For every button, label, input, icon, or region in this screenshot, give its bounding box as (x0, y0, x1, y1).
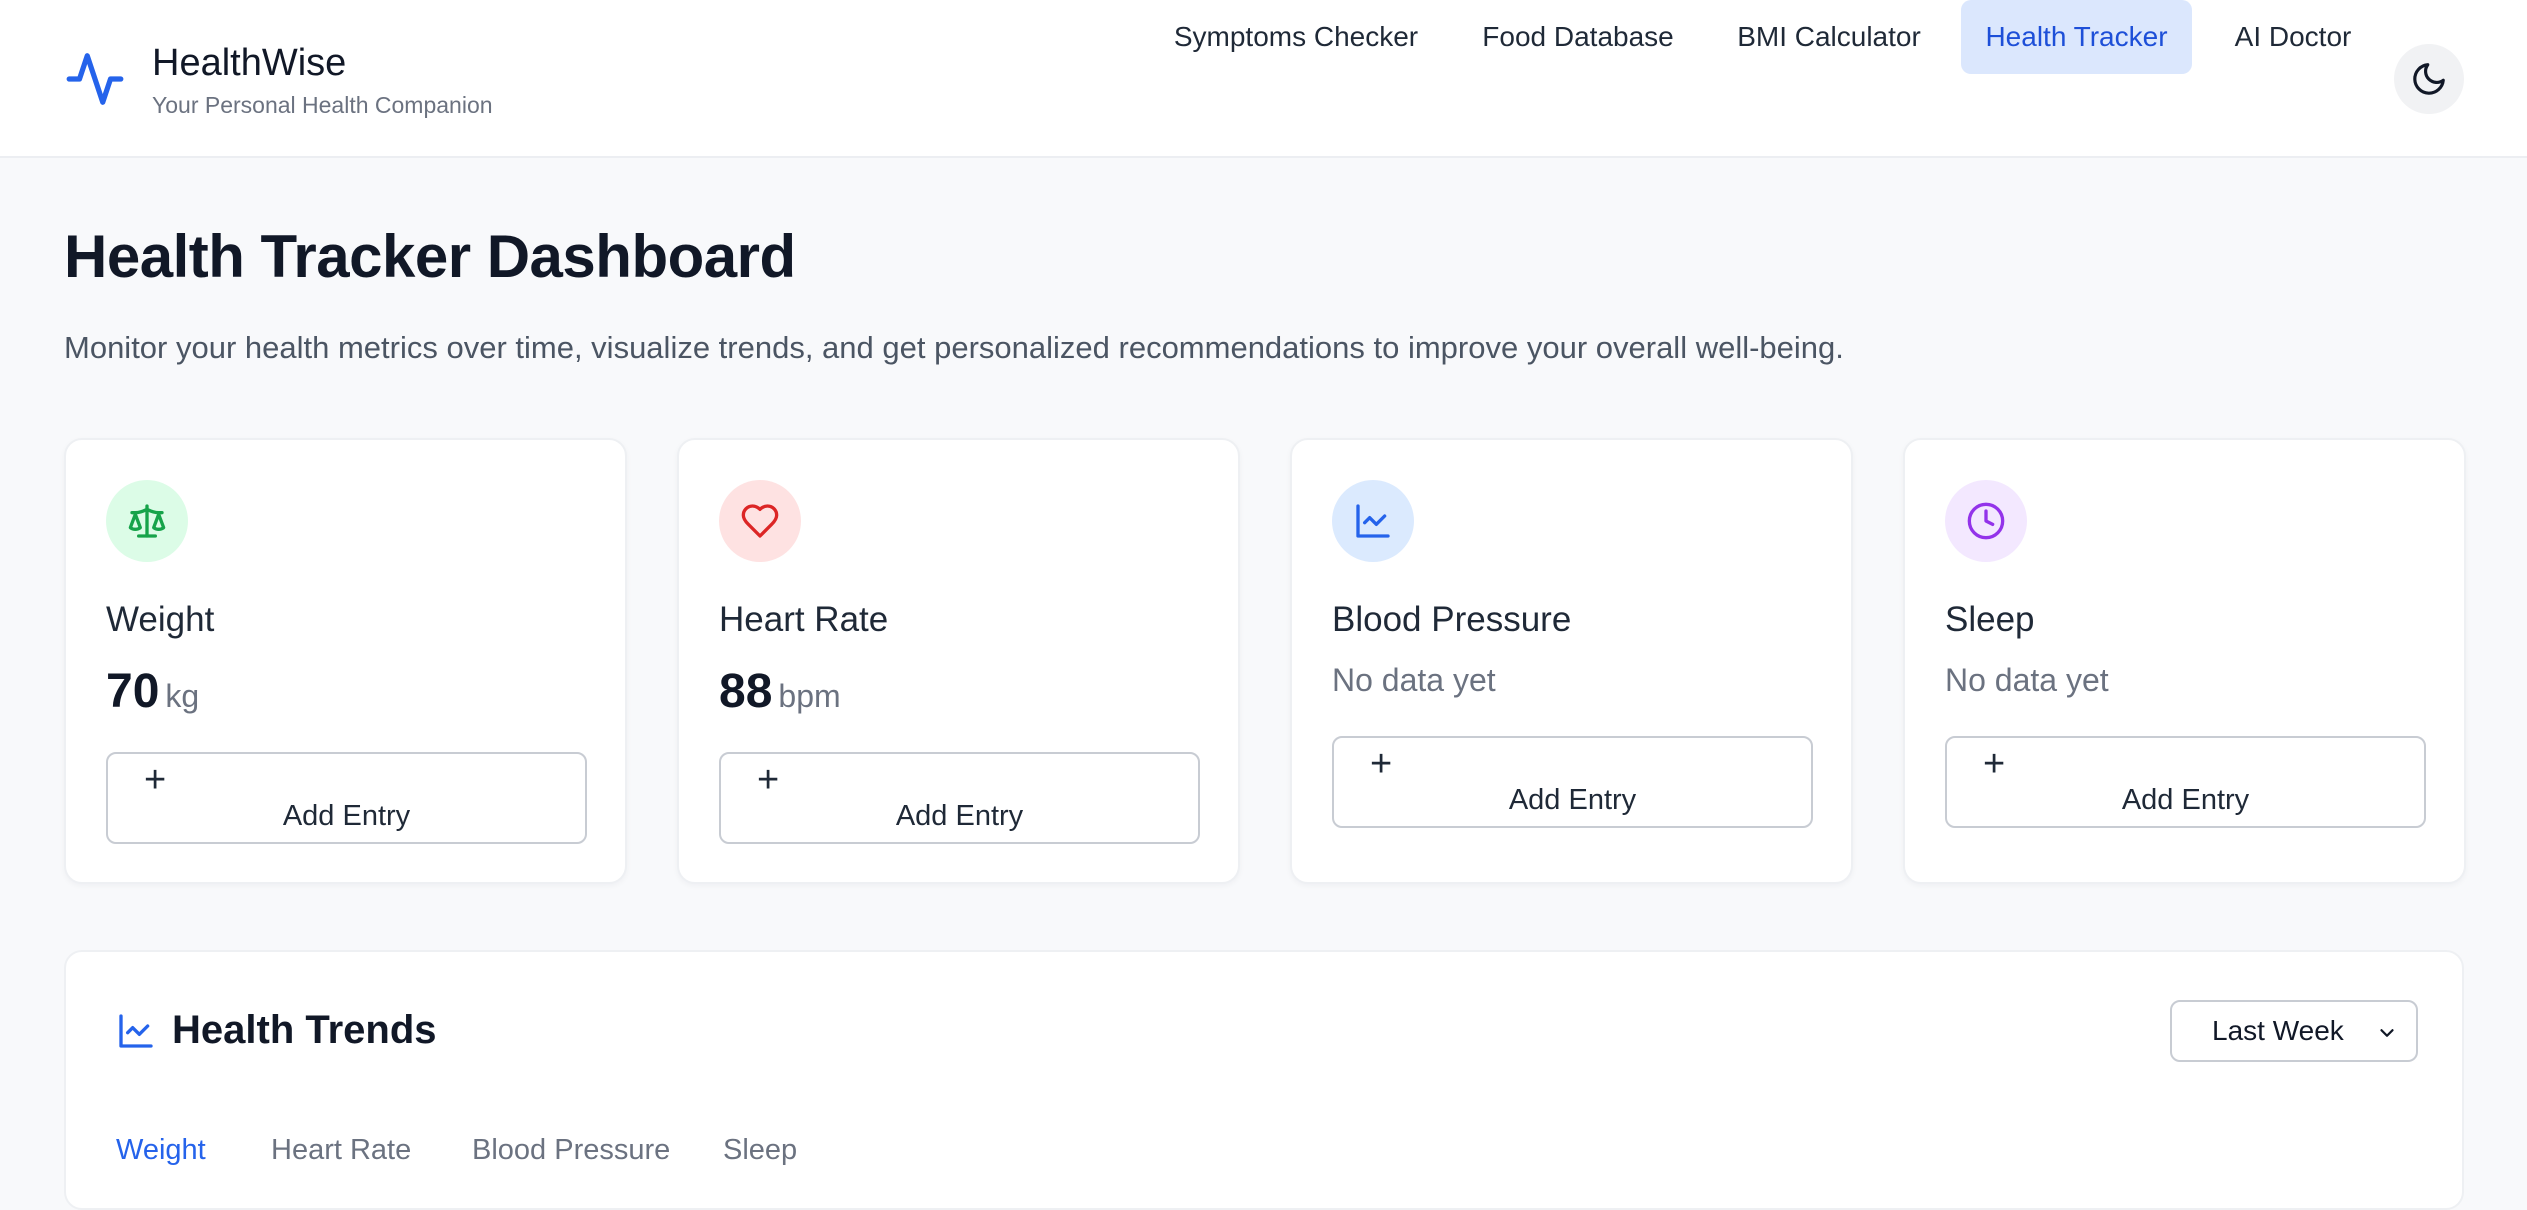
plus-icon: + (144, 759, 167, 801)
metric-card-weight: Weight 70 kg + Add Entry (64, 438, 627, 884)
scale-icon (106, 480, 188, 562)
heart-icon (719, 480, 801, 562)
plus-icon: + (1983, 743, 2006, 785)
metric-title: Weight (106, 600, 215, 639)
metric-card-heart-rate: Heart Rate 88 bpm + Add Entry (677, 438, 1240, 884)
tab-heart-rate[interactable]: Heart Rate (271, 1134, 411, 1167)
metric-number: 70 (106, 665, 160, 718)
add-blood-pressure-entry-button[interactable]: + Add Entry (1332, 736, 1813, 828)
page-title: Health Tracker Dashboard (64, 223, 796, 290)
line-chart-icon (1332, 480, 1414, 562)
metric-empty-text: No data yet (1945, 662, 2109, 698)
nav-symptoms-checker[interactable]: Symptoms Checker (1160, 0, 1432, 74)
metric-empty-text: No data yet (1332, 662, 1496, 698)
plus-icon: + (1370, 743, 1393, 785)
metric-unit: kg (165, 678, 200, 714)
nav-food-database[interactable]: Food Database (1468, 0, 1688, 74)
metric-title: Sleep (1945, 600, 2035, 639)
metric-value: 88 bpm (719, 664, 841, 719)
metric-number: 88 (719, 665, 773, 718)
add-entry-label: Add Entry (282, 800, 411, 832)
app-name: HealthWise (152, 42, 347, 84)
chevron-down-icon (2380, 1029, 2394, 1037)
metric-title: Heart Rate (719, 600, 889, 639)
nav-health-tracker[interactable]: Health Tracker (1961, 0, 2192, 74)
page-subtitle: Monitor your health metrics over time, v… (64, 330, 1844, 365)
theme-toggle-button[interactable] (2394, 44, 2464, 114)
tab-weight[interactable]: Weight (116, 1134, 206, 1167)
add-weight-entry-button[interactable]: + Add Entry (106, 752, 587, 844)
metric-card-blood-pressure: Blood Pressure No data yet + Add Entry (1290, 438, 1853, 884)
brand[interactable]: HealthWise Your Personal Health Companio… (64, 40, 493, 120)
metric-unit: bpm (778, 678, 841, 714)
add-entry-label: Add Entry (895, 800, 1024, 832)
nav-bmi-calculator[interactable]: BMI Calculator (1726, 0, 1932, 74)
app-header: HealthWise Your Personal Health Companio… (0, 0, 2527, 158)
plus-icon: + (757, 759, 780, 801)
metric-card-sleep: Sleep No data yet + Add Entry (1903, 438, 2466, 884)
tab-blood-pressure[interactable]: Blood Pressure (472, 1134, 670, 1167)
add-entry-label: Add Entry (1508, 784, 1637, 816)
add-sleep-entry-button[interactable]: + Add Entry (1945, 736, 2426, 828)
health-trends-panel: Health Trends Last Week Weight Heart Rat… (64, 950, 2464, 1210)
trends-title: Health Trends (172, 1008, 437, 1052)
metric-title: Blood Pressure (1332, 600, 1572, 639)
nav-ai-doctor[interactable]: AI Doctor (2224, 0, 2362, 74)
moon-icon (2413, 63, 2445, 95)
tab-sleep[interactable]: Sleep (723, 1134, 797, 1167)
clock-icon (1945, 480, 2027, 562)
metric-value: 70 kg (106, 664, 199, 719)
add-heart-rate-entry-button[interactable]: + Add Entry (719, 752, 1200, 844)
time-range-select[interactable]: Last Week (2170, 1000, 2418, 1062)
app-tagline: Your Personal Health Companion (152, 92, 493, 118)
time-range-value: Last Week (2212, 1015, 2344, 1046)
activity-pulse-icon (66, 53, 124, 105)
trend-chart-icon (119, 1013, 153, 1048)
add-entry-label: Add Entry (2121, 784, 2250, 816)
